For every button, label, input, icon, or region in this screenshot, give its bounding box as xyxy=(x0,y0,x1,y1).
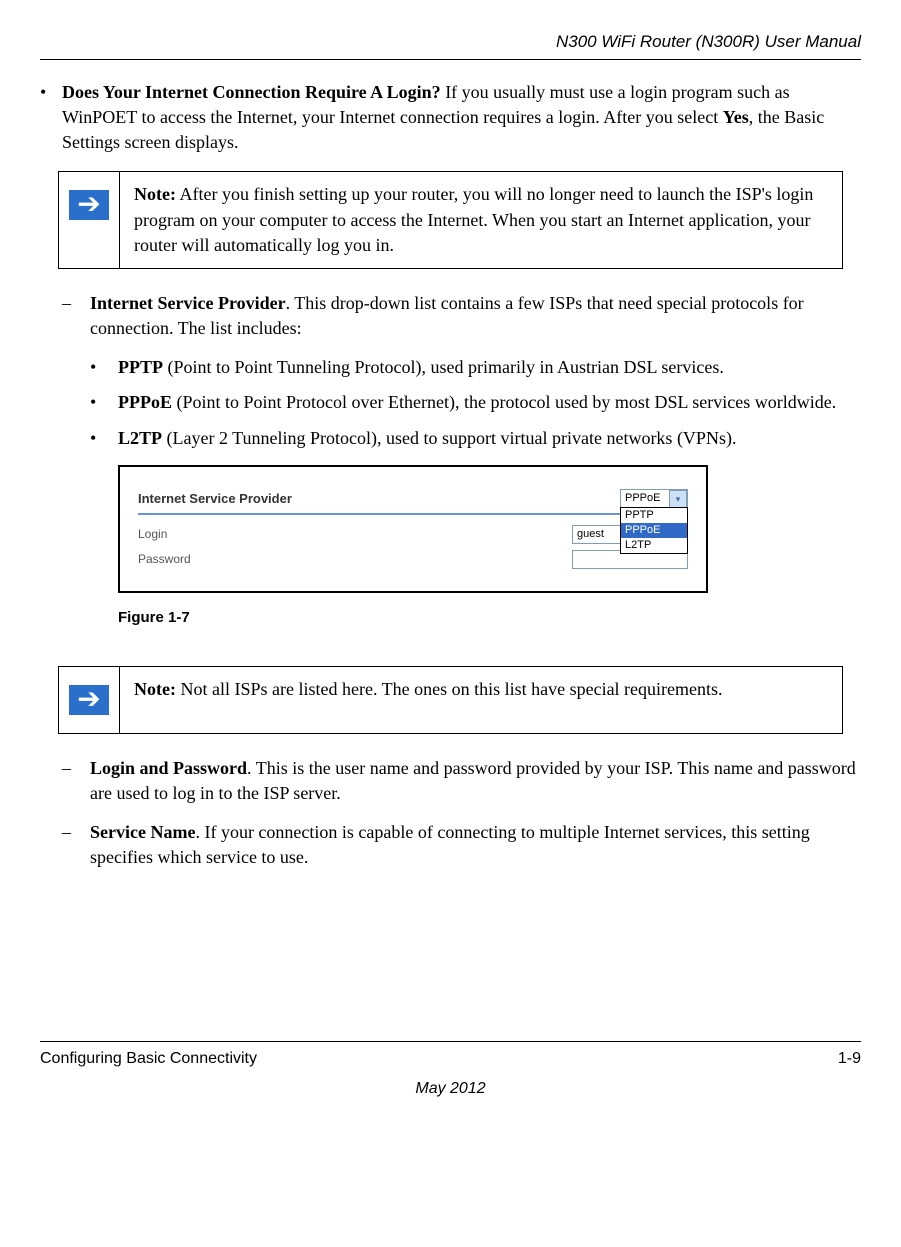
figure-screenshot: Internet Service Provider PPPoE ▾ PPTP P… xyxy=(118,465,861,593)
bullet-content: PPPoE (Point to Point Protocol over Ethe… xyxy=(118,390,861,415)
service-text: . If your connection is capable of conne… xyxy=(90,822,810,867)
l2tp-text: (Layer 2 Tunneling Protocol), used to su… xyxy=(162,428,736,448)
isp-option-pptp[interactable]: PPTP xyxy=(621,508,687,523)
main-bullet-item: • Does Your Internet Connection Require … xyxy=(40,80,861,156)
dash-content: Internet Service Provider. This drop-dow… xyxy=(90,291,861,341)
dash-marker: – xyxy=(62,756,90,806)
pppoe-text: (Point to Point Protocol over Ethernet),… xyxy=(172,392,836,412)
footer-section: Configuring Basic Connectivity xyxy=(40,1048,257,1070)
isp-row-password: Password xyxy=(138,550,688,569)
note-box-1: Note: After you finish setting up your r… xyxy=(58,171,843,269)
service-dash-item: – Service Name. If your connection is ca… xyxy=(62,820,861,870)
yes-bold: Yes xyxy=(723,107,749,127)
l2tp-bold: L2TP xyxy=(118,428,162,448)
bullet-marker: • xyxy=(90,355,118,380)
isp-dash-item: – Internet Service Provider. This drop-d… xyxy=(62,291,861,341)
pptp-item: • PPTP (Point to Point Tunneling Protoco… xyxy=(90,355,861,380)
footer-rule xyxy=(40,1041,861,1042)
pppoe-item: • PPPoE (Point to Point Protocol over Et… xyxy=(90,390,861,415)
bullet-content: Does Your Internet Connection Require A … xyxy=(62,80,861,156)
isp-row-provider: Internet Service Provider PPPoE ▾ PPTP P… xyxy=(138,489,688,509)
arrow-icon xyxy=(69,685,109,715)
dash-content: Login and Password. This is the user nam… xyxy=(90,756,861,806)
lead-question: Does Your Internet Connection Require A … xyxy=(62,82,441,102)
note-label: Note: xyxy=(134,184,176,204)
note-body: Not all ISPs are listed here. The ones o… xyxy=(176,679,723,699)
note-box-2: Note: Not all ISPs are listed here. The … xyxy=(58,666,843,734)
l2tp-item: • L2TP (Layer 2 Tunneling Protocol), use… xyxy=(90,426,861,451)
pptp-text: (Point to Point Tunneling Protocol), use… xyxy=(163,357,724,377)
dash-marker: – xyxy=(62,291,90,341)
isp-settings-panel: Internet Service Provider PPPoE ▾ PPTP P… xyxy=(118,465,708,593)
isp-divider xyxy=(138,513,688,515)
isp-select[interactable]: PPPoE ▾ xyxy=(620,489,688,509)
dropdown-arrow-icon: ▾ xyxy=(669,490,687,508)
isp-select-value: PPPoE xyxy=(621,491,669,506)
isp-row-login: Login guest xyxy=(138,525,688,544)
isp-dropdown-list[interactable]: PPTP PPPoE L2TP xyxy=(620,507,688,554)
login-bold: Login and Password xyxy=(90,758,247,778)
note-icon-cell xyxy=(59,667,120,733)
isp-provider-label: Internet Service Provider xyxy=(138,490,620,508)
login-label: Login xyxy=(138,526,572,543)
note-text: Note: After you finish setting up your r… xyxy=(120,172,842,268)
bullet-marker: • xyxy=(90,390,118,415)
note-label: Note: xyxy=(134,679,176,699)
pppoe-bold: PPPoE xyxy=(118,392,172,412)
note-icon-cell xyxy=(59,172,120,268)
isp-option-pppoe[interactable]: PPPoE xyxy=(621,523,687,538)
footer-date: May 2012 xyxy=(40,1078,861,1100)
footer-row: Configuring Basic Connectivity 1-9 xyxy=(40,1048,861,1070)
service-bold: Service Name xyxy=(90,822,195,842)
bullet-content: L2TP (Layer 2 Tunneling Protocol), used … xyxy=(118,426,861,451)
note-text: Note: Not all ISPs are listed here. The … xyxy=(120,667,842,733)
dash-content: Service Name. If your connection is capa… xyxy=(90,820,861,870)
header-rule xyxy=(40,59,861,60)
arrow-icon xyxy=(69,190,109,220)
bullet-content: PPTP (Point to Point Tunneling Protocol)… xyxy=(118,355,861,380)
footer-page-number: 1-9 xyxy=(838,1048,861,1070)
page-header-title: N300 WiFi Router (N300R) User Manual xyxy=(40,30,861,54)
figure-caption: Figure 1-7 xyxy=(118,607,861,628)
page-footer: Configuring Basic Connectivity 1-9 May 2… xyxy=(40,1041,861,1101)
note-body: After you finish setting up your router,… xyxy=(134,184,813,254)
login-dash-item: – Login and Password. This is the user n… xyxy=(62,756,861,806)
password-label: Password xyxy=(138,551,572,568)
pptp-bold: PPTP xyxy=(118,357,163,377)
isp-bold: Internet Service Provider xyxy=(90,293,286,313)
bullet-marker: • xyxy=(90,426,118,451)
bullet-marker: • xyxy=(40,80,62,156)
dash-marker: – xyxy=(62,820,90,870)
isp-option-l2tp[interactable]: L2TP xyxy=(621,538,687,553)
